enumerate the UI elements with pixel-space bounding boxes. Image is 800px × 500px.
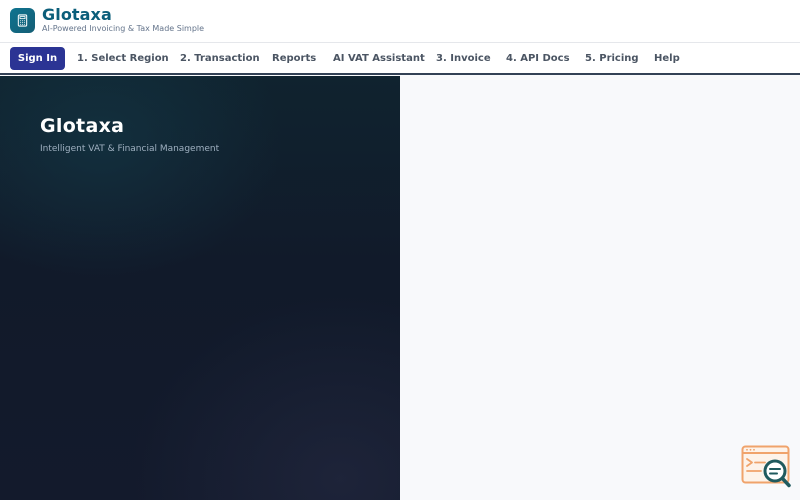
app-root: Glotaxa AI-Powered Invoicing & Tax Made … (0, 0, 800, 500)
nav-item-invoice[interactable]: 3. Invoice (436, 53, 491, 64)
brand-title[interactable]: Glotaxa (42, 5, 112, 24)
content-panel (400, 76, 800, 500)
sign-in-button[interactable]: Sign In (10, 47, 65, 70)
nav-item-pricing[interactable]: 5. Pricing (585, 53, 639, 64)
calculator-icon[interactable] (10, 8, 35, 33)
nav-item-reports[interactable]: Reports (272, 53, 316, 64)
hero-subtitle: Intelligent VAT & Financial Management (40, 144, 220, 154)
hero-title: Glotaxa (40, 115, 125, 137)
hero-panel: Glotaxa Intelligent VAT & Financial Mana… (0, 76, 400, 500)
code-search-icon[interactable] (741, 445, 793, 489)
main-nav: Sign In 1. Select Region 2. Transaction … (0, 42, 800, 75)
nav-item-ai-vat-assistant[interactable]: AI VAT Assistant (333, 53, 425, 64)
app-header: Glotaxa AI-Powered Invoicing & Tax Made … (0, 0, 800, 42)
brand-tagline: AI-Powered Invoicing & Tax Made Simple (42, 24, 205, 33)
nav-item-api-docs[interactable]: 4. API Docs (506, 53, 570, 64)
nav-item-help[interactable]: Help (654, 53, 680, 64)
nav-item-transaction[interactable]: 2. Transaction (180, 53, 260, 64)
nav-item-select-region[interactable]: 1. Select Region (77, 53, 169, 64)
